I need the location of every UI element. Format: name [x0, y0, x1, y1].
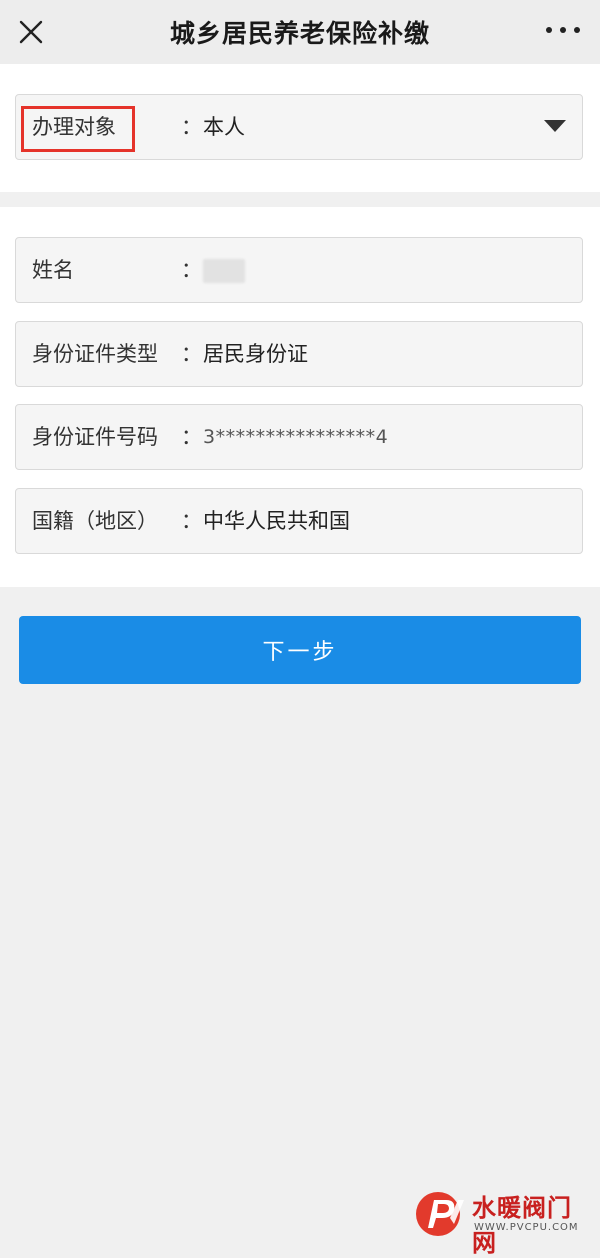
id-number-value: 3****************4 — [203, 426, 389, 448]
applicant-select[interactable]: 办理对象 ： 本人 — [15, 94, 583, 160]
colon: ： — [181, 342, 202, 366]
more-dot — [574, 27, 580, 33]
colon: ： — [181, 425, 202, 449]
colon: ： — [181, 115, 202, 139]
nationality-value: 中华人民共和国 — [203, 509, 350, 533]
nationality-label: 国籍（地区） — [32, 509, 158, 533]
id-type-label: 身份证件类型 — [32, 342, 158, 366]
more-icon[interactable] — [546, 18, 580, 42]
personal-info-panel: 姓名 ： 身份证件类型 ： 居民身份证 身份证件号码 ： 3**********… — [0, 207, 600, 587]
more-dot — [560, 27, 566, 33]
name-label: 姓名 — [32, 258, 74, 282]
id-type-value: 居民身份证 — [203, 342, 308, 366]
watermark-subtext: WWW.PVCPU.COM — [474, 1222, 579, 1233]
watermark-logo-icon — [416, 1192, 464, 1236]
id-number-label: 身份证件号码 — [32, 425, 158, 449]
next-button[interactable]: 下一步 — [19, 616, 581, 684]
id-number-field[interactable]: 身份证件号码 ： 3****************4 — [15, 404, 583, 470]
id-type-field[interactable]: 身份证件类型 ： 居民身份证 — [15, 321, 583, 387]
watermark: 水暖阀门网 WWW.PVCPU.COM — [414, 1184, 594, 1257]
applicant-panel: 办理对象 ： 本人 — [0, 64, 600, 192]
colon: ： — [181, 509, 202, 533]
applicant-label: 办理对象 — [32, 115, 116, 139]
top-nav-bar: 城乡居民养老保险补缴 — [0, 0, 600, 64]
redacted-name — [203, 259, 245, 283]
nationality-field[interactable]: 国籍（地区） ： 中华人民共和国 — [15, 488, 583, 554]
colon: ： — [181, 258, 202, 282]
name-field[interactable]: 姓名 ： — [15, 237, 583, 303]
more-dot — [546, 27, 552, 33]
caret-down-icon[interactable] — [544, 120, 566, 132]
applicant-value: 本人 — [203, 115, 245, 139]
page-title: 城乡居民养老保险补缴 — [169, 19, 430, 48]
